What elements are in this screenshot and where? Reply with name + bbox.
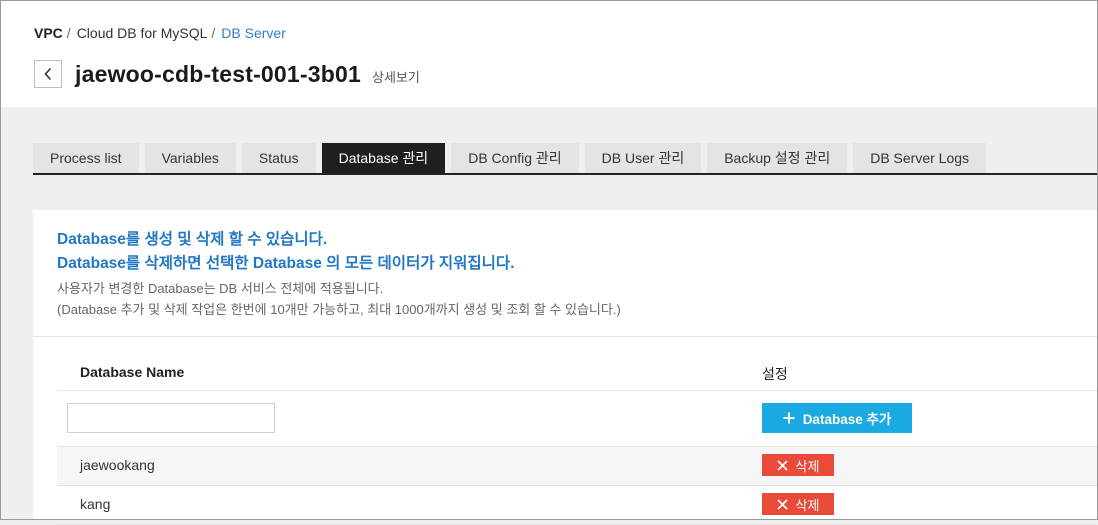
page-title: jaewoo-cdb-test-001-3b01: [75, 61, 361, 87]
breadcrumb: VPC / Cloud DB for MySQL / DB Server: [34, 25, 286, 41]
close-icon: [776, 498, 788, 510]
page-subtitle: 상세보기: [372, 70, 420, 85]
breadcrumb-service[interactable]: Cloud DB for MySQL: [77, 25, 208, 41]
delete-label: 삭제: [795, 497, 820, 513]
info-note-1: 사용자가 변경한 Database는 DB 서비스 전체에 적용됩니다.: [57, 281, 384, 296]
delete-database-button[interactable]: 삭제: [762, 454, 834, 476]
column-header-database-name: Database Name: [80, 364, 185, 380]
database-panel: Database를 생성 및 삭제 할 수 있습니다. Database를 삭제…: [33, 210, 1097, 525]
table-row: kang 삭제: [57, 486, 1097, 525]
table-row-add: Database 추가: [57, 391, 1097, 447]
chevron-left-icon: [44, 67, 52, 81]
info-headline-1: Database를 생성 및 삭제 할 수 있습니다.: [57, 231, 328, 248]
breadcrumb-separator: /: [66, 25, 71, 41]
tab-db-server-logs[interactable]: DB Server Logs: [853, 143, 987, 173]
tab-db-config-management[interactable]: DB Config 관리: [451, 143, 579, 173]
tab-process-list[interactable]: Process list: [33, 143, 139, 173]
database-table: Database Name 설정 Database 추가 jaewookang …: [57, 354, 1097, 525]
tab-database-management[interactable]: Database 관리: [321, 143, 446, 173]
divider: [33, 336, 1097, 337]
database-name-cell: kang: [80, 496, 111, 512]
close-icon: [776, 459, 788, 471]
column-header-settings: 설정: [762, 366, 788, 382]
plus-icon: [783, 412, 795, 424]
database-name-cell: jaewookang: [80, 457, 155, 473]
tab-bar: Process list Variables Status Database 관…: [33, 143, 992, 173]
table-row: jaewookang 삭제: [57, 447, 1097, 486]
delete-database-button[interactable]: 삭제: [762, 493, 834, 515]
tab-underline: [33, 173, 1097, 175]
breadcrumb-current[interactable]: DB Server: [221, 25, 286, 41]
database-name-input[interactable]: [67, 403, 275, 433]
breadcrumb-separator: /: [211, 25, 216, 41]
back-button[interactable]: [34, 60, 62, 88]
info-headline-2: Database를 삭제하면 선택한 Database 의 모든 데이터가 지워…: [57, 255, 515, 272]
tab-variables[interactable]: Variables: [144, 143, 236, 173]
table-header: Database Name 설정: [57, 354, 1097, 391]
add-database-button[interactable]: Database 추가: [762, 403, 912, 433]
info-section: Database를 생성 및 삭제 할 수 있습니다. Database를 삭제…: [57, 228, 621, 320]
page-header: VPC / Cloud DB for MySQL / DB Server jaewoo-…: [1, 1, 1097, 107]
tab-backup-settings[interactable]: Backup 설정 관리: [707, 143, 848, 173]
info-note-2: (Database 추가 및 삭제 작업은 한번에 10개만 가능하고, 최대 …: [57, 302, 621, 317]
tab-status[interactable]: Status: [241, 143, 316, 173]
add-database-label: Database 추가: [802, 412, 892, 427]
tab-db-user-management[interactable]: DB User 관리: [584, 143, 702, 173]
breadcrumb-vpc[interactable]: VPC: [34, 25, 63, 41]
delete-label: 삭제: [795, 458, 820, 474]
